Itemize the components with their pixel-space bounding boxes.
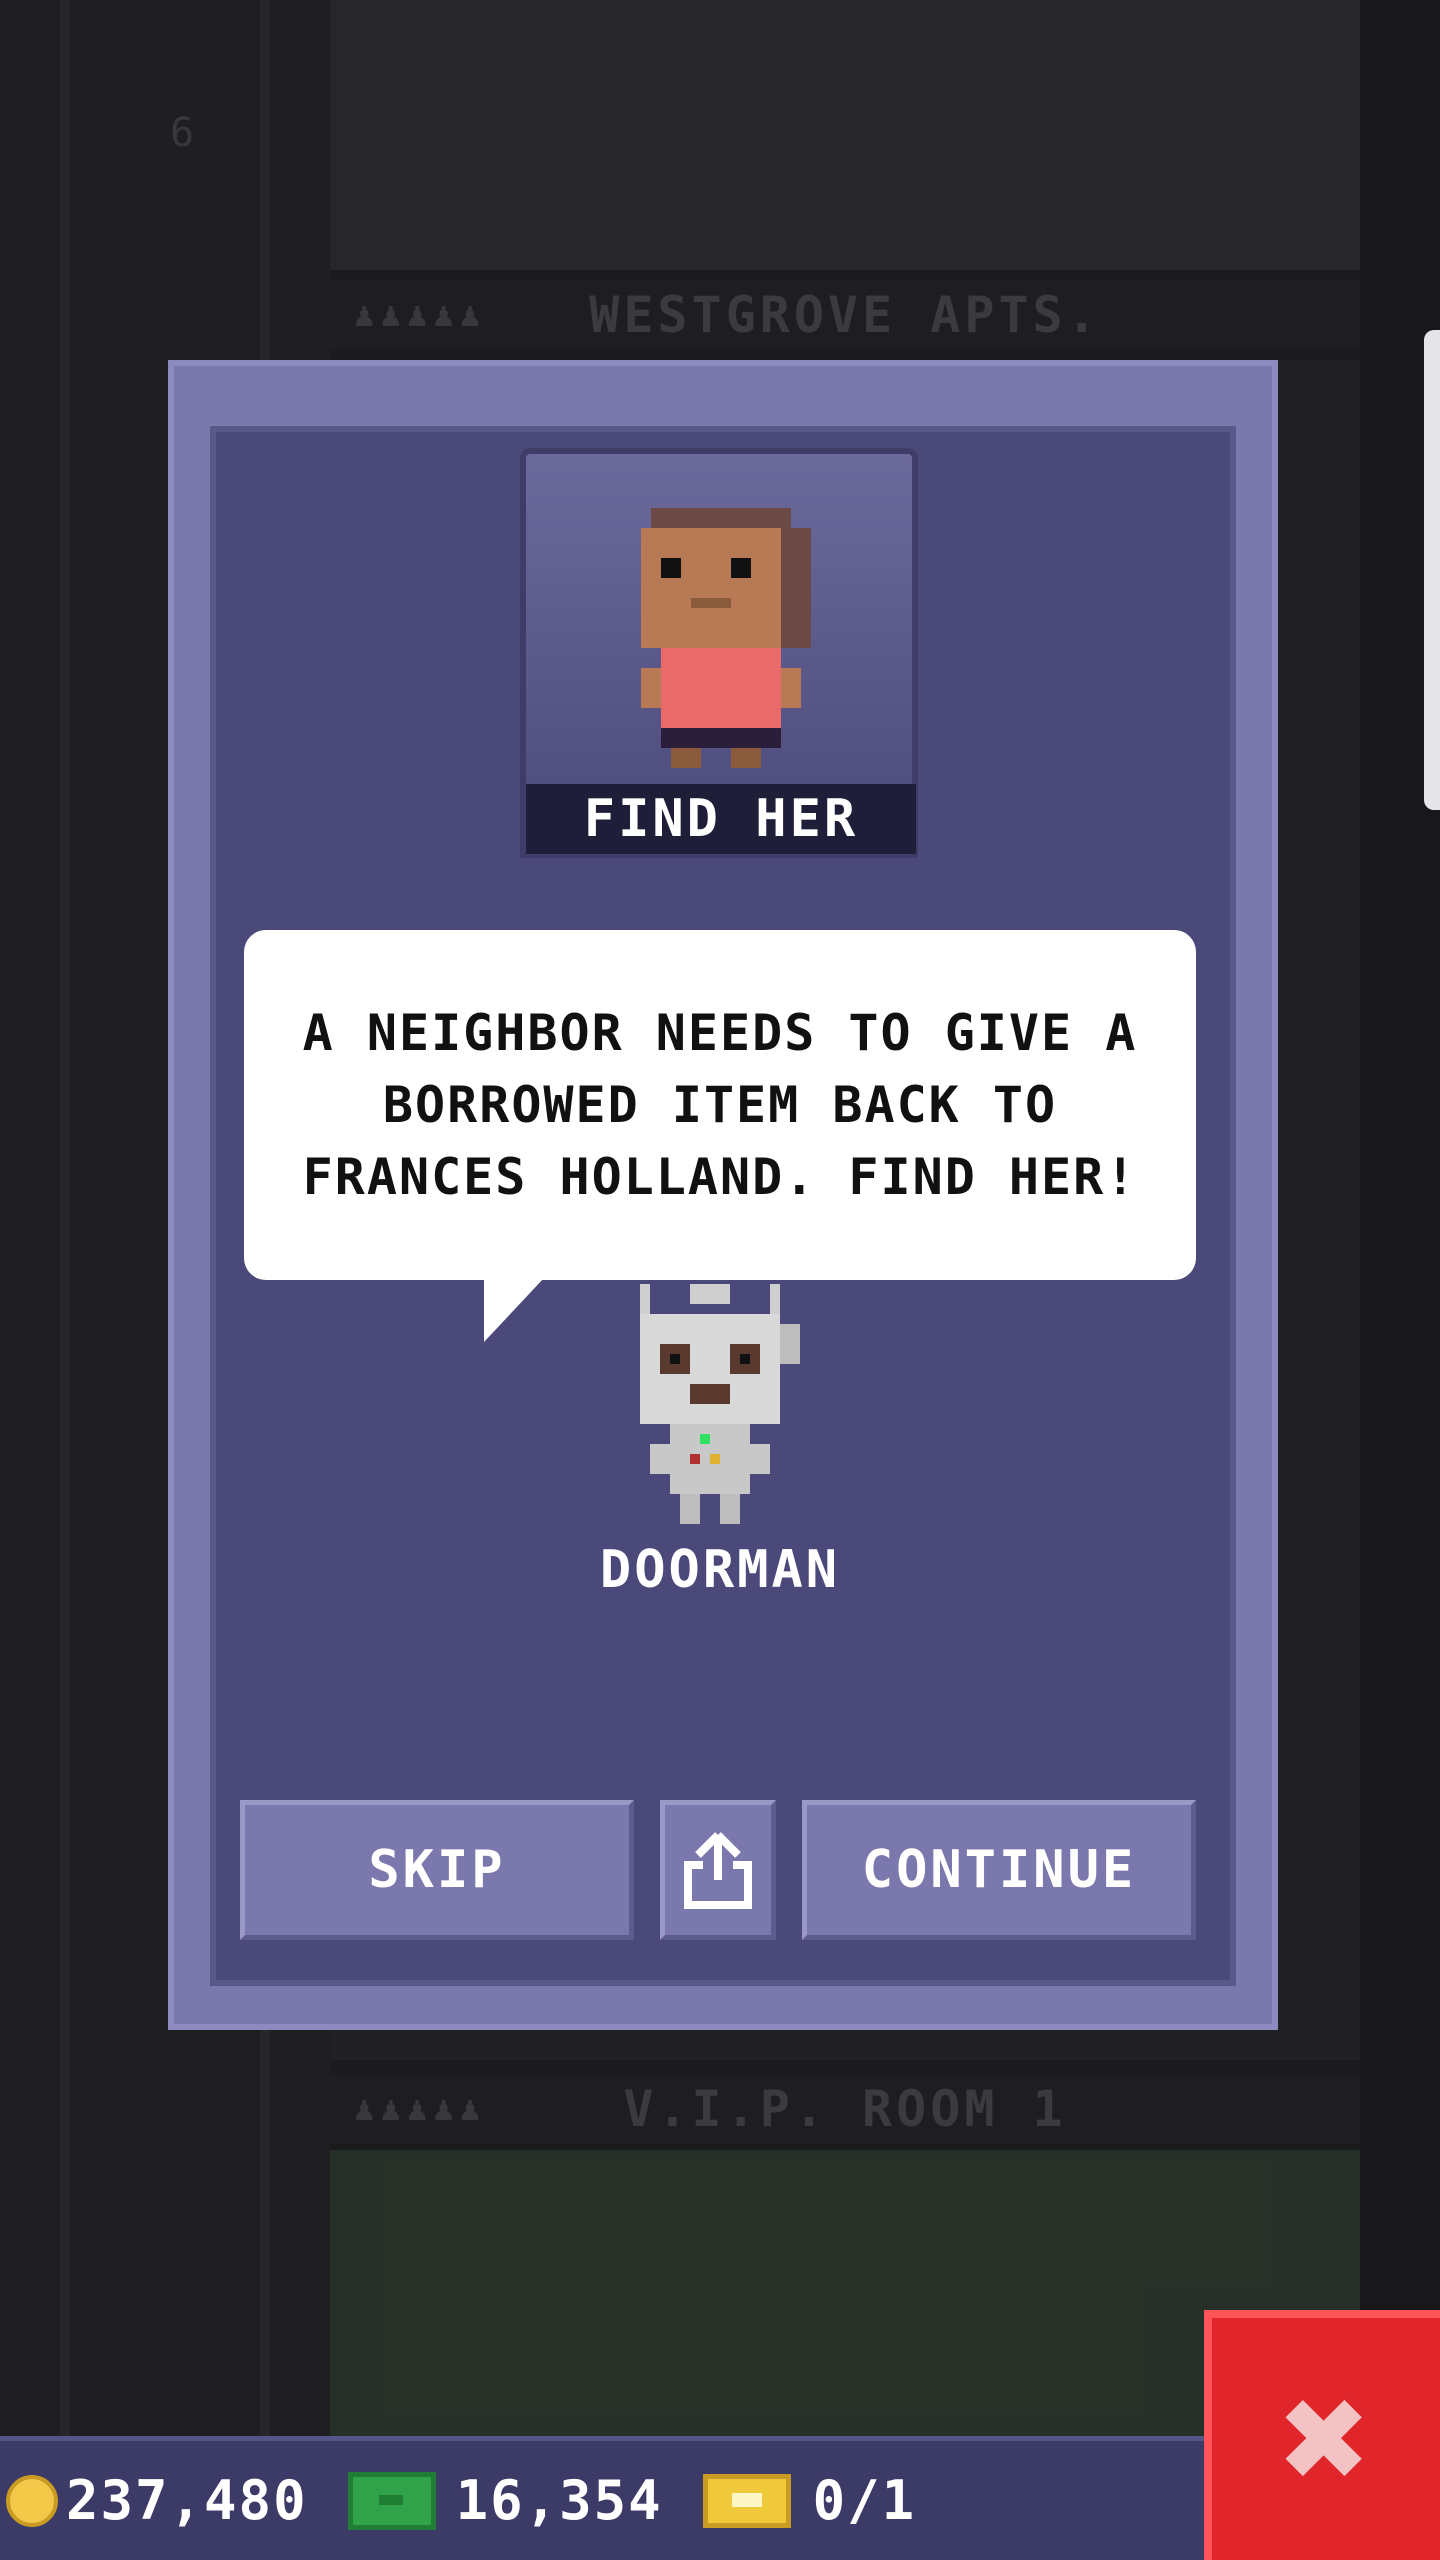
close-button[interactable]: ✖ — [1204, 2310, 1440, 2560]
bux-counter[interactable]: 16,354 — [347, 2469, 663, 2532]
speech-bubble-tail — [484, 1278, 544, 1342]
share-button[interactable] — [660, 1800, 776, 1940]
continue-button[interactable]: CONTINUE — [802, 1800, 1196, 1940]
share-icon — [684, 1832, 752, 1909]
skip-button[interactable]: SKIP — [240, 1800, 634, 1940]
coin-icon — [6, 2474, 58, 2527]
skip-button-label: SKIP — [368, 1840, 506, 1900]
frances-holland-avatar — [641, 508, 811, 768]
target-label: FIND HER — [526, 784, 916, 854]
continue-button-label: CONTINUE — [861, 1840, 1137, 1900]
doorman-avatar — [640, 1284, 800, 1524]
speech-bubble: A NEIGHBOR NEEDS TO GIVE A BORROWED ITEM… — [244, 930, 1196, 1280]
currency-bar: 237,480 16,354 0/1 — [0, 2436, 1210, 2560]
tickets-value: 0/1 — [812, 2469, 917, 2532]
coins-value: 237,480 — [66, 2469, 308, 2532]
speaker-name: DOORMAN — [599, 1540, 841, 1600]
coins-counter: 237,480 — [6, 2469, 308, 2532]
mission-message: A NEIGHBOR NEEDS TO GIVE A BORROWED ITEM… — [302, 1004, 1138, 1206]
bux-icon — [347, 2471, 436, 2530]
close-icon: ✖ — [1280, 2352, 1372, 2526]
ticket-icon — [702, 2473, 791, 2528]
side-scroll-tab[interactable] — [1424, 330, 1440, 810]
bux-value: 16,354 — [455, 2469, 663, 2532]
tickets-counter[interactable]: 0/1 — [702, 2469, 917, 2532]
